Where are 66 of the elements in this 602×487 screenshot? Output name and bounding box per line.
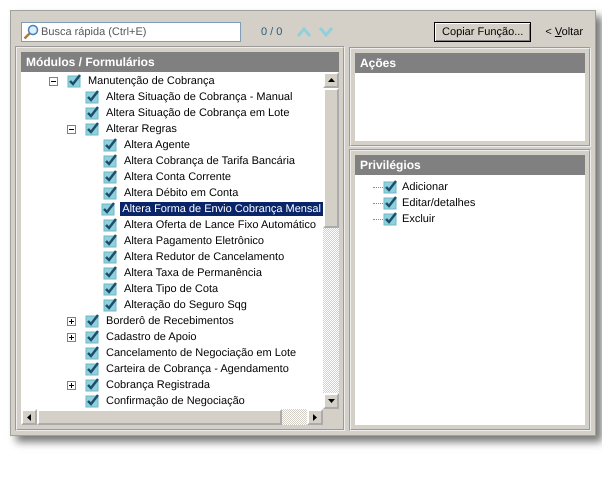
checkbox[interactable] bbox=[101, 202, 116, 216]
tree-item[interactable]: Altera Agente bbox=[122, 138, 192, 152]
scroll-down-icon[interactable] bbox=[328, 399, 334, 403]
checkbox[interactable] bbox=[85, 106, 100, 120]
checkbox[interactable] bbox=[383, 180, 398, 194]
checkbox[interactable] bbox=[103, 234, 118, 248]
tree-item[interactable]: Altera Tipo de Cota bbox=[122, 282, 220, 296]
tree-item[interactable]: Altera Pagamento Eletrônico bbox=[122, 234, 266, 248]
tree-item[interactable]: Carteira de Cobrança - Agendamento bbox=[104, 362, 291, 376]
tree-item[interactable]: Altera Taxa de Permanência bbox=[122, 266, 264, 280]
checkbox[interactable] bbox=[383, 212, 398, 226]
checkbox[interactable] bbox=[85, 362, 100, 376]
expander-icon[interactable] bbox=[67, 332, 76, 342]
tree-item[interactable]: Altera Redutor de Cancelamento bbox=[122, 250, 286, 264]
tree-item[interactable]: Altera Conta Corrente bbox=[122, 170, 233, 184]
checkbox[interactable] bbox=[103, 298, 118, 312]
checkbox[interactable] bbox=[103, 138, 118, 152]
result-counter: 0 / 0 bbox=[261, 26, 282, 38]
tree-item[interactable]: Alterar Regras bbox=[104, 122, 179, 136]
checkbox[interactable] bbox=[103, 170, 118, 184]
scroll-up-icon[interactable] bbox=[328, 78, 334, 82]
panel-header: Ações bbox=[355, 53, 585, 73]
checkbox[interactable] bbox=[103, 186, 118, 200]
vertical-scrollbar[interactable] bbox=[323, 72, 339, 409]
checkbox[interactable] bbox=[85, 314, 100, 328]
tree-item[interactable]: Cadastro de Apoio bbox=[104, 330, 199, 344]
checkbox[interactable] bbox=[103, 282, 118, 296]
tree-item[interactable]: Alteração do Seguro Sqg bbox=[122, 298, 249, 312]
tree-item[interactable]: Altera Forma de Envio Cobrança Mensal bbox=[120, 202, 323, 216]
tree-item[interactable]: Altera Cobrança de Tarifa Bancária bbox=[122, 154, 298, 168]
checkbox[interactable] bbox=[103, 266, 118, 280]
tree-item[interactable]: Borderô de Recebimentos bbox=[104, 314, 236, 328]
tree-item[interactable]: Cancelamento de Negociação em Lote bbox=[104, 346, 298, 360]
checkbox[interactable] bbox=[103, 154, 118, 168]
tree-item[interactable]: Confirmação de Negociação bbox=[104, 394, 247, 408]
privilege-label: Excluir bbox=[401, 212, 436, 226]
checkbox[interactable] bbox=[85, 330, 100, 344]
checkbox[interactable] bbox=[85, 378, 100, 392]
horizontal-scrollbar[interactable] bbox=[21, 409, 339, 425]
tree-item[interactable]: Altera Situação de Cobrança - Manual bbox=[104, 90, 294, 104]
privilege-label: Adicionar bbox=[401, 180, 449, 194]
tree-item[interactable]: Altera Situação de Cobrança em Lote bbox=[104, 106, 292, 120]
checkbox[interactable] bbox=[383, 196, 398, 210]
scroll-right-icon[interactable] bbox=[313, 414, 317, 420]
back-link[interactable]: < Voltar bbox=[545, 26, 583, 38]
tree-item[interactable]: Cobrança Registrada bbox=[104, 378, 212, 392]
checkbox[interactable] bbox=[103, 218, 118, 232]
panel-header: Privilégios bbox=[355, 155, 585, 175]
expander-icon[interactable] bbox=[49, 76, 58, 86]
expander-icon[interactable] bbox=[67, 316, 76, 326]
tree-item[interactable]: Altera Débito em Conta bbox=[122, 186, 240, 200]
checkbox[interactable] bbox=[85, 90, 100, 104]
checkbox[interactable] bbox=[85, 394, 100, 408]
panel-header: Módulos / Formulários bbox=[21, 52, 339, 72]
expander-icon[interactable] bbox=[67, 380, 76, 390]
checkbox[interactable] bbox=[103, 250, 118, 264]
copy-function-button[interactable]: Copiar Função... bbox=[434, 22, 532, 42]
tree-item[interactable]: Manutenção de Cobrança bbox=[86, 74, 217, 88]
checkbox[interactable] bbox=[85, 346, 100, 360]
search-field[interactable]: Busca rápida (Ctrl+E) bbox=[21, 22, 241, 42]
privilege-label: Editar/detalhes bbox=[401, 196, 476, 210]
checkbox[interactable] bbox=[85, 122, 100, 136]
tree-item[interactable]: Altera Oferta de Lance Fixo Automático bbox=[122, 218, 318, 232]
scroll-left-icon[interactable] bbox=[27, 414, 31, 420]
expander-icon[interactable] bbox=[67, 124, 76, 134]
checkbox[interactable] bbox=[67, 74, 82, 88]
